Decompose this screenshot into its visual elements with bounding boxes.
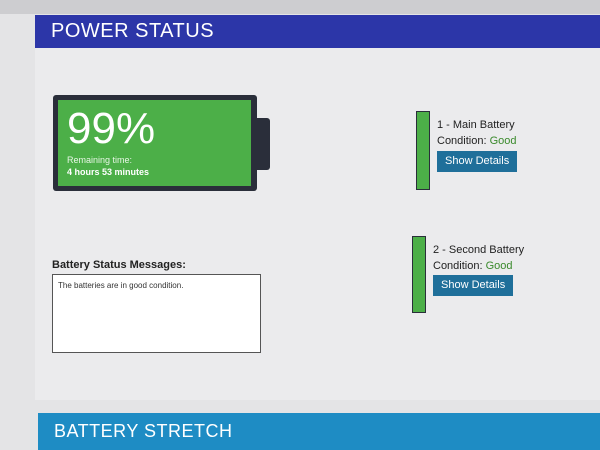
battery-status-message-text: The batteries are in good condition. bbox=[58, 281, 184, 290]
battery-status-messages-box[interactable]: The batteries are in good condition. bbox=[52, 274, 261, 353]
second-battery-condition: Condition: Good bbox=[433, 260, 513, 272]
main-battery-level-bar bbox=[416, 111, 430, 190]
condition-label: Condition: bbox=[433, 260, 486, 272]
remaining-time-value: 4 hours 53 minutes bbox=[67, 167, 150, 177]
condition-value: Good bbox=[489, 135, 517, 147]
main-battery-show-details-button[interactable]: Show Details bbox=[437, 151, 518, 172]
power-status-header: POWER STATUS bbox=[35, 15, 600, 48]
second-battery-title: 2 - Second Battery bbox=[433, 244, 525, 256]
battery-stretch-header: BATTERY STRETCH bbox=[38, 413, 600, 450]
main-battery-condition: Condition: Good bbox=[437, 135, 517, 147]
condition-label: Condition: bbox=[437, 135, 490, 147]
second-battery-level-bar bbox=[412, 236, 426, 313]
battery-percentage: 99% bbox=[67, 104, 156, 153]
battery-status-messages-label: Battery Status Messages: bbox=[52, 259, 186, 271]
main-battery-title: 1 - Main Battery bbox=[437, 119, 515, 131]
remaining-time-label: Remaining time: bbox=[67, 155, 133, 165]
battery-terminal bbox=[257, 118, 270, 170]
condition-value: Good bbox=[485, 260, 513, 272]
top-strip bbox=[0, 0, 600, 14]
second-battery-show-details-button[interactable]: Show Details bbox=[433, 275, 514, 296]
